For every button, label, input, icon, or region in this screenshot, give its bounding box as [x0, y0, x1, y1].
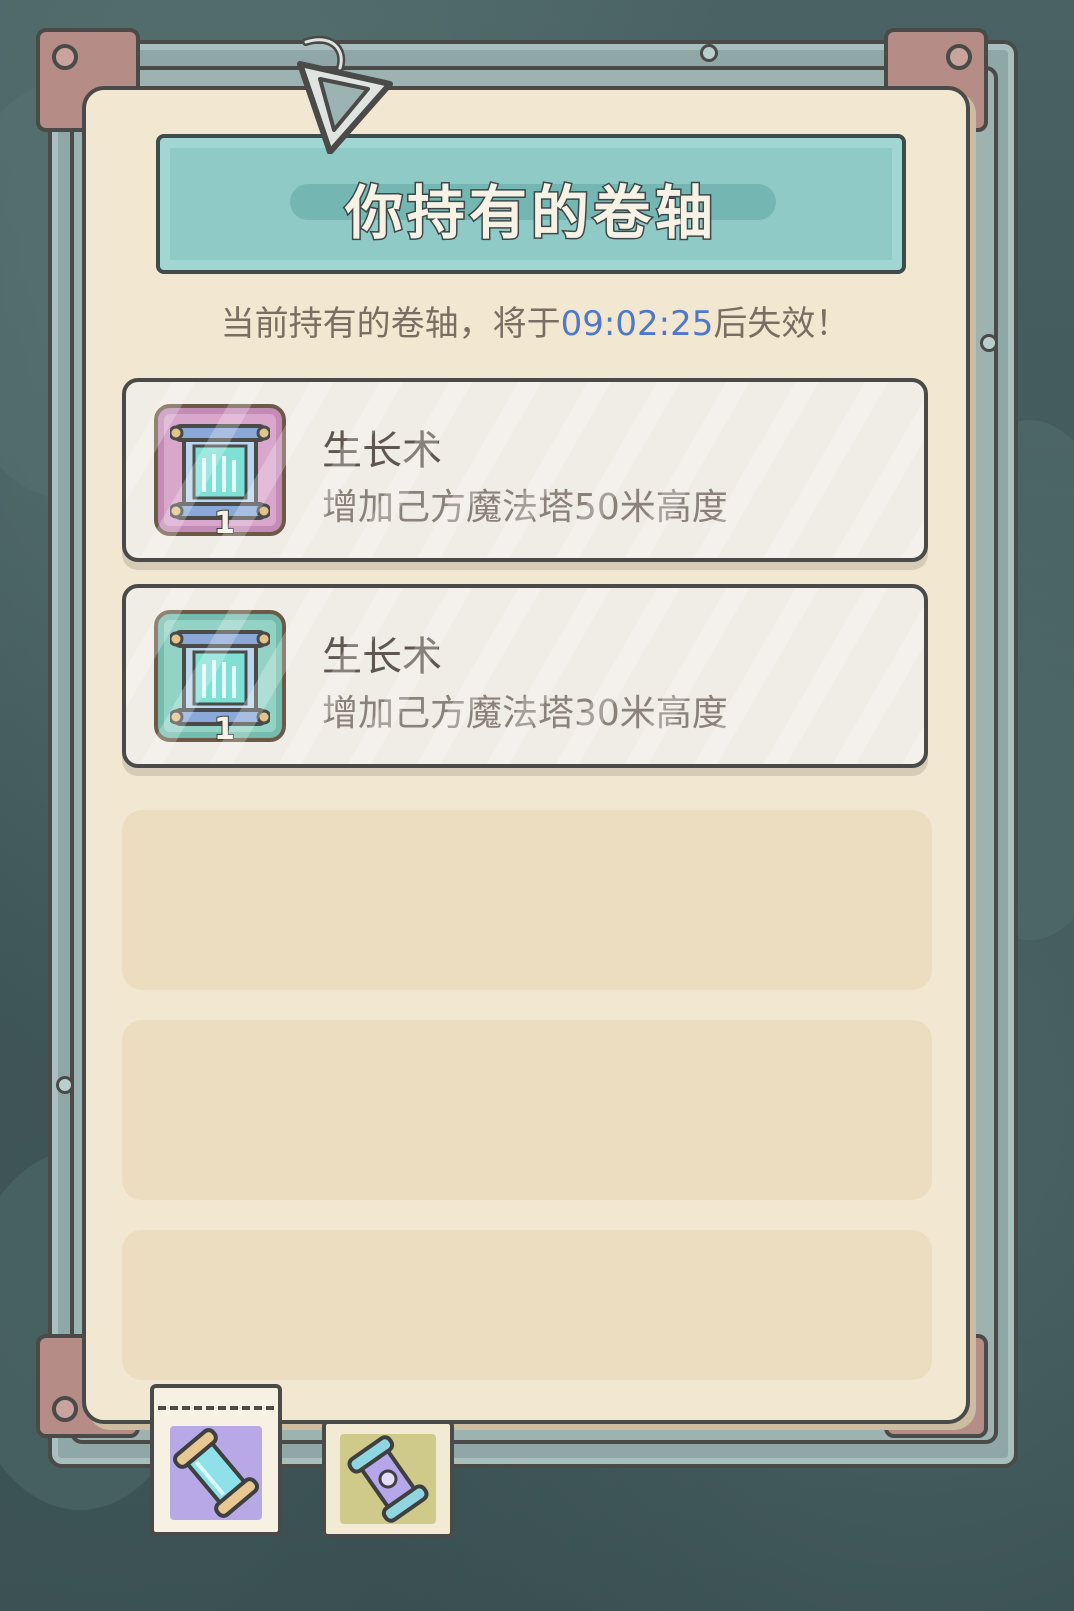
- scroll-name: 生长术: [322, 428, 442, 474]
- empty-scroll-slot: [122, 1020, 932, 1200]
- scroll-count: 1: [213, 505, 236, 542]
- paper-clip-icon: [297, 35, 393, 154]
- bolt-icon: [700, 44, 718, 62]
- expiry-notice-suffix: 后失效！: [713, 304, 850, 344]
- empty-scroll-slot: [122, 1230, 932, 1380]
- scroll-card[interactable]: 1 生长术 增加己方魔法塔50米高度: [122, 378, 928, 562]
- title-banner: 你持有的卷轴: [156, 134, 906, 274]
- scroll-description: 增加己方魔法塔30米高度: [322, 693, 728, 734]
- bolt-icon: [980, 334, 998, 352]
- tab-scrolls-blue[interactable]: [150, 1384, 282, 1536]
- tab-scrolls-purple[interactable]: [322, 1420, 454, 1538]
- expiry-notice-prefix: 当前持有的卷轴，将于: [220, 304, 561, 344]
- scroll-name: 生长术: [322, 634, 442, 680]
- bolt-icon: [56, 1076, 74, 1094]
- scroll-count: 1: [213, 711, 236, 748]
- scroll-tab-icon-blue: [172, 1428, 260, 1518]
- expiry-timer: 09:02:25: [560, 304, 714, 344]
- bolt-icon: [52, 44, 78, 70]
- scroll-card[interactable]: 1 生长术 增加己方魔法塔30米高度: [122, 584, 928, 768]
- expiry-notice: 当前持有的卷轴，将于09:02:25后失效！: [120, 296, 950, 345]
- scroll-description: 增加己方魔法塔50米高度: [322, 487, 728, 528]
- bolt-icon: [946, 44, 972, 70]
- tab-perforation: [158, 1406, 274, 1410]
- scroll-tab-icon-purple: [347, 1435, 429, 1523]
- empty-scroll-slot: [122, 810, 932, 990]
- page-title: 你持有的卷轴: [343, 178, 717, 249]
- bolt-icon: [52, 1396, 78, 1422]
